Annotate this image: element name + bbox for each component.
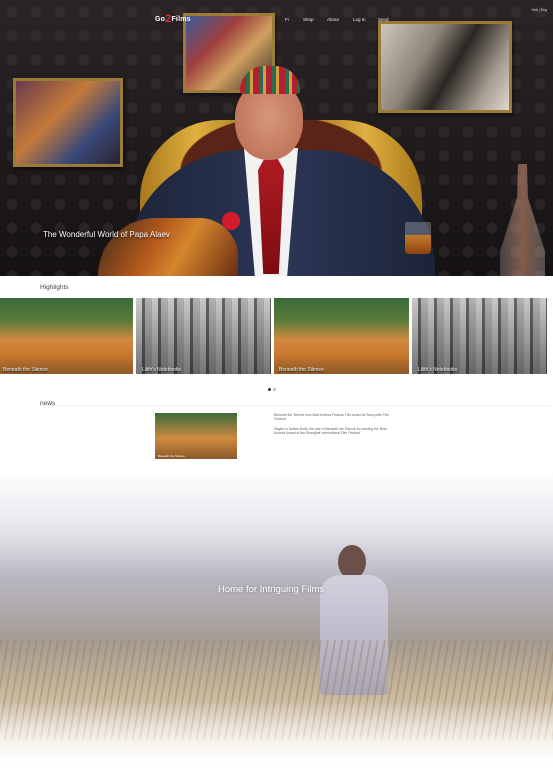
- slide-caption: Beneath the Silence: [279, 367, 324, 373]
- nav-item-shop[interactable]: Shop: [303, 17, 314, 22]
- logo-suffix: Films: [171, 16, 191, 23]
- site-logo[interactable]: Go2Films: [155, 13, 191, 25]
- slide-caption: Lilith's Notebooks: [418, 367, 458, 373]
- rooster: [98, 218, 238, 276]
- logo-prefix: Go: [155, 16, 166, 23]
- nav-item-send[interactable]: Send: [378, 17, 389, 22]
- footer-tagline: Home for Intriguing Films: [218, 584, 325, 595]
- nav-item-films[interactable]: Fi: [285, 17, 289, 22]
- embroidered-hat: [240, 66, 300, 94]
- carousel-pagination: [268, 378, 278, 396]
- hero-banner: Go2Films Fi Shop About Log In Send Heb |…: [0, 0, 553, 276]
- carousel-slide[interactable]: Beneath the Silence: [0, 298, 133, 374]
- language-switcher[interactable]: Heb | Eng: [531, 8, 547, 12]
- pagination-dot[interactable]: [268, 388, 271, 391]
- carousel-slide[interactable]: Lilith's Notebooks: [136, 298, 271, 374]
- highlights-heading: Highlights: [40, 284, 69, 291]
- crystal-decanter: [500, 164, 545, 276]
- bottom-fade: [0, 700, 553, 781]
- news-paragraph: Beneath the Silence won Best Actress Fea…: [274, 413, 390, 422]
- news-thumb-caption: Beneath the Silence: [158, 454, 185, 458]
- carousel-slide[interactable]: Beneath the Silence: [274, 298, 409, 374]
- whisky-glass: [405, 222, 431, 254]
- news-paragraph: Maybe to Ashlee Bolts, the star of Benea…: [274, 427, 387, 436]
- carousel-slide[interactable]: Lilith's Notebooks: [412, 298, 547, 374]
- rooster-comb: [222, 212, 240, 230]
- framed-photo-left: [13, 78, 123, 167]
- slide-caption: Lilith's Notebooks: [142, 367, 182, 373]
- news-thumbnail[interactable]: Beneath the Silence: [155, 413, 237, 459]
- top-navigation: Go2Films Fi Shop About Log In Send Heb |…: [0, 0, 553, 36]
- slide-caption: Beneath the Silence: [3, 367, 48, 373]
- nav-item-login[interactable]: Log In: [353, 17, 366, 22]
- news-divider: [40, 405, 550, 406]
- hero-caption[interactable]: The Wonderful World of Papa Alaev: [43, 230, 170, 239]
- highlights-carousel: Beneath the Silence Lilith's Notebooks B…: [0, 298, 553, 374]
- nav-item-about[interactable]: About: [327, 17, 339, 22]
- pagination-dot[interactable]: [273, 388, 276, 391]
